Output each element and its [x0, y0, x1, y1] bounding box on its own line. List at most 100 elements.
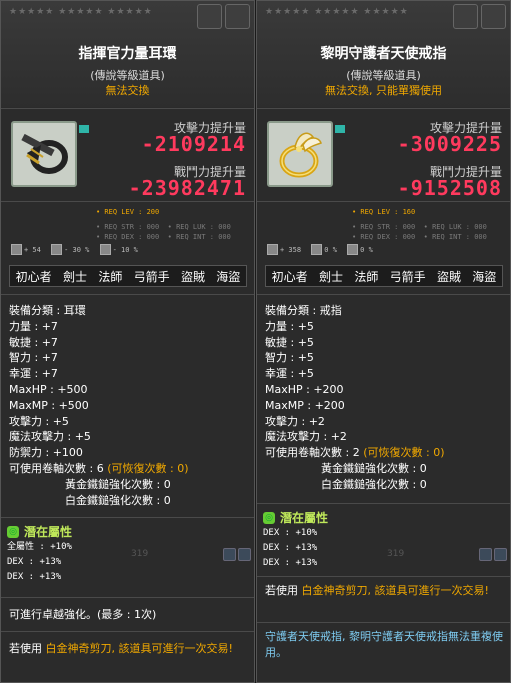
job-beginner: 初心者 — [271, 269, 308, 284]
damage-icon — [347, 244, 359, 255]
stat-line: MaxHP : +500 — [9, 382, 88, 396]
boss-damage-icon — [267, 244, 278, 255]
combat-power-value: -23982471 — [128, 176, 246, 200]
required-stats: • REQ STR : 000 • REQ LUK : 000 • REQ DE… — [96, 223, 231, 241]
divider — [257, 576, 510, 577]
compare-icon — [197, 4, 222, 29]
potential-icon: ◎ — [263, 511, 275, 524]
job-archer: 弓箭手 — [133, 269, 170, 284]
divider — [257, 503, 510, 504]
stat-line: 幸運 : +5 — [265, 367, 314, 381]
stat-line: 防禦力 : +100 — [9, 446, 83, 460]
star-force-stars: ★★★★★ ★★★★★ ★★★★★ — [265, 7, 409, 17]
stat-line: 魔法攻擊力 : +5 — [9, 430, 91, 444]
damage-icon — [99, 244, 111, 255]
job-pirate: 海盜 — [216, 269, 241, 284]
job-pirate: 海盜 — [472, 269, 497, 284]
potential-section: ◎ 潛在屬性 全屬性 : +10% DEX : +13% DEX : +13% — [7, 523, 247, 585]
job-warrior: 劍士 — [62, 269, 87, 284]
job-beginner: 初心者 — [15, 269, 52, 284]
stat-line: 裝備分類 : 戒指 — [265, 304, 342, 317]
scissors-note: 若使用 白金神奇剪刀, 該道具可進行一次交易! — [9, 642, 233, 655]
required-level: • REQ LEV : 160 — [352, 208, 416, 216]
stat-line: 智力 : +7 — [9, 351, 58, 365]
stat-line: 魔法攻擊力 : +2 — [265, 430, 347, 444]
trade-restriction: 無法交換 — [105, 84, 150, 97]
divider — [1, 294, 254, 295]
scissors-note: 若使用 白金神奇剪刀, 該道具可進行一次交易! — [265, 584, 489, 597]
mini-icon — [238, 548, 251, 561]
stat-line: 力量 : +7 — [9, 319, 58, 333]
divider — [257, 201, 510, 202]
platinum-hammer-count: 白金鐵鎚強化次數 : 0 — [65, 493, 171, 507]
watermark-number: 319 — [387, 549, 405, 559]
scroll-count: 可使用卷軸次數 : 6 (可恢復次數 : 0) — [9, 461, 189, 475]
item-stats: 裝備分類 : 戒指 力量 : +5 敏捷 : +5 智力 : +5 幸運 : +… — [265, 303, 444, 493]
attack-increase-value: -3009225 — [397, 132, 502, 156]
divider — [1, 108, 254, 109]
boss-damage-icon — [11, 244, 22, 255]
divider — [1, 517, 254, 518]
stat-line: 裝備分類 : 耳環 — [9, 304, 86, 317]
stat-line: 敏捷 : +5 — [265, 335, 314, 349]
potential-flag — [79, 125, 89, 133]
item-grade: (傳說等級道具) — [90, 69, 165, 82]
stat-line: MaxHP : +200 — [265, 382, 344, 396]
divider — [257, 108, 510, 109]
potential-line: DEX : +13% — [7, 557, 62, 567]
stat-line: 幸運 : +7 — [9, 367, 58, 381]
mini-icon — [479, 548, 492, 561]
equip-slot-icon — [481, 4, 506, 29]
gold-hammer-count: 黃金鐵鎚強化次數 : 0 — [321, 461, 427, 475]
potential-icon: ◎ — [7, 525, 19, 538]
potential-line: 全屬性 : +10% — [7, 542, 72, 552]
stat-line: 智力 : +5 — [265, 351, 314, 365]
star-force-stars: ★★★★★ ★★★★★ ★★★★★ — [9, 7, 153, 17]
stat-line: 力量 : +5 — [265, 319, 314, 333]
watermark-number: 319 — [131, 549, 149, 559]
stat-line: 攻擊力 : +5 — [9, 414, 69, 428]
tooltip-comparison: ★★★★★ ★★★★★ ★★★★★ 指揮官力量耳環 (傳說等級道具) 無法交換 … — [0, 0, 511, 683]
divider — [1, 597, 254, 598]
divider — [257, 622, 510, 623]
item-stats: 裝備分類 : 耳環 力量 : +7 敏捷 : +7 智力 : +7 幸運 : +… — [9, 303, 188, 508]
job-warrior: 劍士 — [318, 269, 343, 284]
potential-flag — [335, 125, 345, 133]
mini-icon — [223, 548, 236, 561]
job-thief: 盜賊 — [436, 269, 461, 284]
divider — [1, 201, 254, 202]
potential-title: 潛在屬性 — [24, 525, 73, 539]
item-tooltip-earring: ★★★★★ ★★★★★ ★★★★★ 指揮官力量耳環 (傳說等級道具) 無法交換 … — [0, 0, 255, 683]
set-restriction-note: 守護者天使戒指, 黎明守護者天使戒指無法重複使用。 — [265, 630, 503, 659]
modifier-row: + 358 0 % 0 % — [267, 244, 507, 258]
combat-power-value: -9152508 — [397, 176, 502, 200]
item-tooltip-ring: ★★★★★ ★★★★★ ★★★★★ 黎明守護者天使戒指 (傳說等級道具) 無法交… — [256, 0, 511, 683]
gold-hammer-count: 黃金鐵鎚強化次數 : 0 — [65, 477, 171, 491]
potential-line: DEX : +13% — [7, 572, 62, 582]
divider — [257, 294, 510, 295]
ignore-defense-icon — [311, 244, 323, 255]
job-magician: 法師 — [354, 269, 379, 284]
attack-increase-value: -2109214 — [141, 132, 246, 156]
potential-line: DEX : +13% — [263, 558, 318, 568]
potential-section: ◎ 潛在屬性 DEX : +10% DEX : +13% DEX : +13% — [263, 509, 503, 571]
job-thief: 盜賊 — [180, 269, 205, 284]
mini-icon — [494, 548, 507, 561]
potential-line: DEX : +13% — [263, 543, 318, 553]
trade-restriction: 無法交換, 只能單獨使用 — [325, 84, 442, 97]
job-requirement-bar: 初心者 劍士 法師 弓箭手 盜賊 海盜 — [9, 265, 247, 287]
job-requirement-bar: 初心者 劍士 法師 弓箭手 盜賊 海盜 — [265, 265, 503, 287]
stat-line: 攻擊力 : +2 — [265, 414, 325, 428]
item-name: 黎明守護者天使戒指 — [320, 46, 447, 62]
ring-icon — [267, 121, 333, 187]
required-level: • REQ LEV : 200 — [96, 208, 160, 216]
ignore-defense-icon — [51, 244, 63, 255]
item-grade: (傳說等級道具) — [346, 69, 421, 82]
divider — [1, 631, 254, 632]
earring-icon — [11, 121, 77, 187]
required-stats: • REQ STR : 000 • REQ LUK : 000 • REQ DE… — [352, 223, 487, 241]
equip-slot-icon — [225, 4, 250, 29]
platinum-hammer-count: 白金鐵鎚強化次數 : 0 — [321, 477, 427, 491]
scroll-count: 可使用卷軸次數 : 2 (可恢復次數 : 0) — [265, 446, 445, 460]
job-archer: 弓箭手 — [389, 269, 426, 284]
